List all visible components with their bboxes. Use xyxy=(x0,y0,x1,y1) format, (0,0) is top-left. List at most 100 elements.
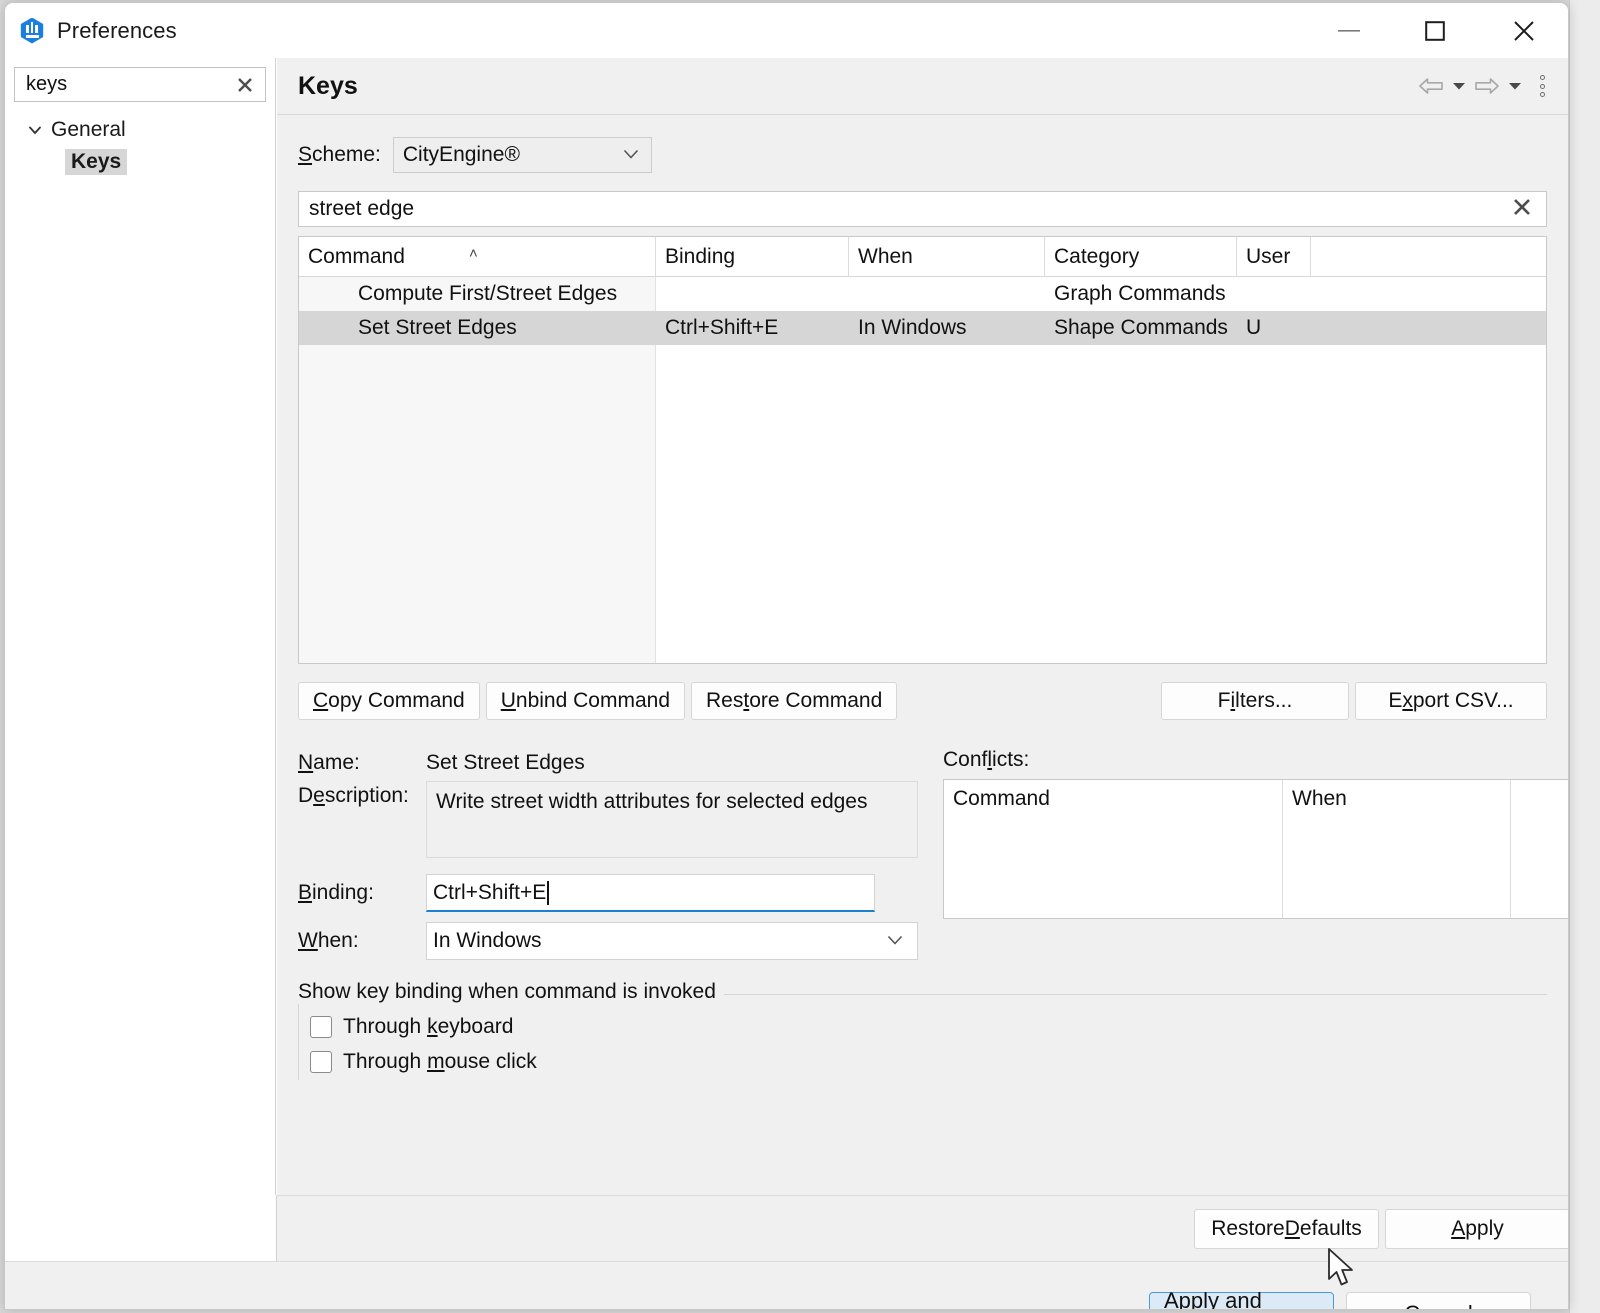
tree-item-keys-label: Keys xyxy=(65,149,127,175)
unbind-command-label: nbind Command xyxy=(516,689,670,713)
table-action-buttons: Copy Command Unbind Command Restore Comm… xyxy=(298,682,1547,720)
restore-defaults-mnemonic: D xyxy=(1285,1217,1300,1241)
copy-command-button[interactable]: Copy Command xyxy=(298,682,480,720)
conflicts-column-command: Command xyxy=(944,780,1283,918)
table-header: Command ˄ Binding When Category User xyxy=(299,237,1546,277)
description-textarea[interactable]: Write street width attributes for select… xyxy=(426,781,918,858)
when-value: In Windows xyxy=(427,929,542,953)
cb1-pre: Through xyxy=(343,1050,427,1073)
cb1-post: ouse click xyxy=(445,1050,537,1073)
table-row[interactable]: Set Street Edges Ctrl+Shift+E In Windows… xyxy=(299,311,1546,345)
apply-button[interactable]: Apply xyxy=(1385,1209,1569,1249)
tree-filter-box[interactable] xyxy=(14,67,266,102)
cell-when: In Windows xyxy=(849,311,1045,345)
binding-input-value: Ctrl+Shift+E xyxy=(433,881,546,905)
when-dropdown[interactable]: In Windows xyxy=(426,922,918,960)
restore-defaults-button[interactable]: Restore Defaults xyxy=(1194,1209,1379,1249)
apply-label: pply xyxy=(1465,1217,1504,1241)
unbind-command-mnemonic: U xyxy=(501,689,516,713)
scheme-value: CityEngine® xyxy=(394,143,520,167)
tree-item-general[interactable]: General xyxy=(5,114,276,146)
page-apply-bar: Restore Defaults Apply xyxy=(277,1195,1569,1261)
checkbox-through-keyboard[interactable]: Through keyboard xyxy=(298,1015,1547,1039)
group-side-divider xyxy=(298,994,299,1080)
cell-user xyxy=(1237,277,1311,311)
when-label-mnemonic: W xyxy=(298,929,318,952)
description-label-b: scription: xyxy=(325,784,409,807)
cb1-mnemonic: m xyxy=(427,1050,445,1073)
column-header-category[interactable]: Category xyxy=(1045,237,1237,277)
checkbox-through-mouse-click-label: Through mouse click xyxy=(343,1050,537,1074)
filters-button[interactable]: Filters... xyxy=(1161,682,1349,720)
scheme-dropdown[interactable]: CityEngine® xyxy=(393,137,652,173)
forward-history-chevron-down-icon[interactable] xyxy=(1504,72,1526,100)
title-bar: Preferences xyxy=(5,3,1569,58)
unbind-command-button[interactable]: Unbind Command xyxy=(486,682,685,720)
checkbox-box[interactable] xyxy=(310,1016,332,1038)
copy-command-label: opy Command xyxy=(328,689,465,713)
conflicts-table[interactable]: Command When xyxy=(943,779,1569,919)
conflicts-section: Conflicts: Command When xyxy=(943,748,1569,919)
key-bindings-table[interactable]: Command ˄ Binding When Category User Com… xyxy=(298,236,1547,664)
command-filter-clear-icon[interactable] xyxy=(1512,197,1532,221)
view-menu-icon[interactable] xyxy=(1528,71,1556,101)
command-filter-box[interactable] xyxy=(298,191,1547,227)
column-header-user[interactable]: User xyxy=(1237,237,1311,277)
tree-filter-clear-icon[interactable] xyxy=(235,75,255,95)
sort-ascending-icon: ˄ xyxy=(469,245,478,262)
restore-command-button[interactable]: Restore Command xyxy=(691,682,897,720)
checkbox-box[interactable] xyxy=(310,1051,332,1073)
cancel-button[interactable]: Cancel xyxy=(1346,1292,1531,1310)
checkbox-through-mouse-click[interactable]: Through mouse click xyxy=(298,1050,1547,1074)
apply-mnemonic: A xyxy=(1451,1217,1465,1241)
export-csv-button[interactable]: Export CSV... xyxy=(1355,682,1547,720)
name-label: Name: xyxy=(298,748,426,775)
when-label-rest: hen: xyxy=(318,929,359,952)
minimize-icon[interactable] xyxy=(1306,3,1392,58)
binding-input[interactable]: Ctrl+Shift+E xyxy=(426,874,875,912)
column-header-user-label: User xyxy=(1246,245,1290,269)
chevron-down-icon[interactable] xyxy=(25,120,45,140)
conflicts-column-filler xyxy=(1511,780,1569,918)
background-application-peek xyxy=(1569,0,1600,1313)
column-header-binding[interactable]: Binding xyxy=(656,237,849,277)
page-content: Scheme: CityEngine® xyxy=(277,137,1569,1074)
tree-item-general-label: General xyxy=(51,118,126,142)
cell-command: Compute First/Street Edges xyxy=(299,277,656,311)
command-filter-input[interactable] xyxy=(299,197,1449,221)
description-label-a: D xyxy=(298,784,313,807)
binding-label: Binding: xyxy=(298,874,426,905)
conflicts-label-b: icts: xyxy=(992,748,1029,771)
column-header-when[interactable]: When xyxy=(849,237,1045,277)
cell-category: Graph Commands xyxy=(1045,277,1237,311)
page-title: Keys xyxy=(298,72,358,101)
keys-preference-page: Keys xyxy=(277,58,1569,1195)
close-icon[interactable] xyxy=(1478,3,1569,58)
conflicts-column-when: When xyxy=(1283,780,1511,918)
column-header-command[interactable]: Command ˄ xyxy=(299,237,656,277)
checkbox-through-keyboard-label: Through keyboard xyxy=(343,1015,513,1039)
column-header-when-label: When xyxy=(858,245,913,269)
back-arrow-icon[interactable] xyxy=(1416,72,1446,100)
show-key-binding-group: Show key binding when command is invoked… xyxy=(298,980,1547,1074)
table-row[interactable]: Compute First/Street Edges Graph Command… xyxy=(299,277,1546,311)
binding-details: Name: Set Street Edges Description: Writ… xyxy=(298,748,1547,960)
name-label-rest: ame: xyxy=(313,751,360,774)
chevron-down-icon xyxy=(887,932,903,950)
forward-arrow-icon[interactable] xyxy=(1472,72,1502,100)
tree-filter-input[interactable] xyxy=(15,73,215,96)
maximize-icon[interactable] xyxy=(1392,3,1478,58)
back-history-chevron-down-icon[interactable] xyxy=(1448,72,1470,100)
apply-and-close-button[interactable]: Apply and Close xyxy=(1149,1292,1334,1310)
chevron-down-icon xyxy=(623,146,639,164)
cell-command: Set Street Edges xyxy=(299,311,656,345)
cityengine-app-icon xyxy=(19,18,45,44)
preferences-dialog: Preferences xyxy=(4,2,1569,1310)
conflicts-label-a: Conf xyxy=(943,748,987,771)
tree-item-keys[interactable]: Keys xyxy=(5,146,276,178)
restore-defaults-label-b: efaults xyxy=(1300,1217,1362,1241)
conflicts-label: Conflicts: xyxy=(943,748,1569,772)
table-body: Compute First/Street Edges Graph Command… xyxy=(299,277,1546,345)
dialog-body: General Keys Keys xyxy=(5,58,1569,1310)
mouse-cursor xyxy=(1327,1248,1357,1295)
